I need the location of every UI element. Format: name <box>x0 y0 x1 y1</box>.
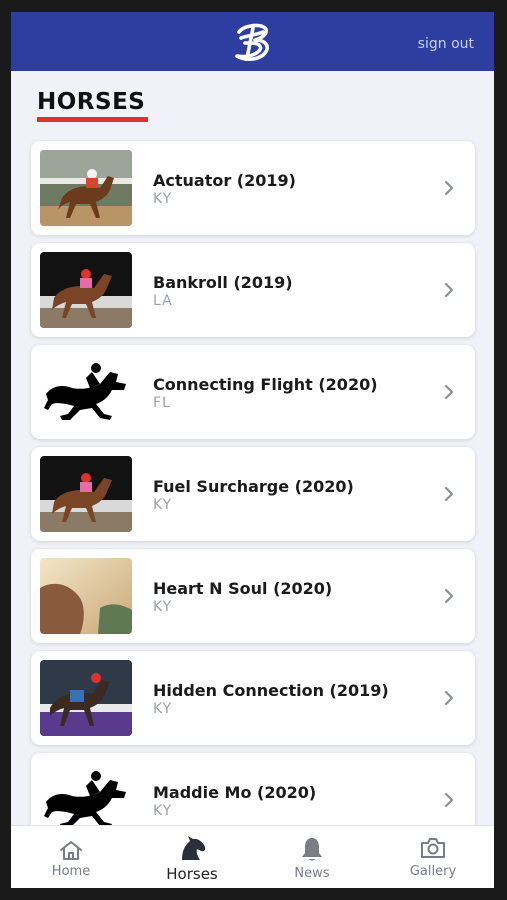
chevron-right-icon <box>444 282 454 298</box>
horse-state: LA <box>153 293 173 309</box>
horse-state: KY <box>153 701 173 717</box>
nav-news[interactable]: News <box>252 826 372 888</box>
nav-news-label: News <box>294 866 330 881</box>
chevron-right-icon <box>444 486 454 502</box>
horse-head-icon <box>182 836 206 860</box>
horse-card[interactable]: Fuel Surcharge (2020) KY <box>31 447 475 541</box>
camera-icon <box>421 838 445 858</box>
horse-name: Fuel Surcharge (2020) <box>153 477 354 496</box>
horse-silhouette-icon <box>40 354 132 430</box>
chevron-right-icon <box>444 690 454 706</box>
app-header: sign out <box>11 12 494 71</box>
horse-state: KY <box>153 803 173 819</box>
page-title: HORSES <box>37 89 146 115</box>
horse-card[interactable]: Heart N Soul (2020) KY <box>31 549 475 643</box>
horse-card[interactable]: Hidden Connection (2019) KY <box>31 651 475 745</box>
b-logo-icon[interactable] <box>229 18 279 66</box>
horse-state: KY <box>153 599 173 615</box>
horse-name: Bankroll (2019) <box>153 273 293 292</box>
sign-out-link[interactable]: sign out <box>418 36 474 52</box>
horse-state: KY <box>153 497 173 513</box>
home-icon <box>60 841 82 860</box>
horse-photo <box>40 252 132 328</box>
horse-card[interactable]: Actuator (2019) KY <box>31 141 475 235</box>
horse-card[interactable]: Connecting Flight (2020) FL <box>31 345 475 439</box>
horse-state: FL <box>153 395 171 411</box>
nav-gallery-label: Gallery <box>409 864 457 879</box>
horse-name: Maddie Mo (2020) <box>153 783 317 802</box>
chevron-right-icon <box>444 384 454 400</box>
horse-photo <box>40 456 132 532</box>
horse-list: Actuator (2019) KY Bankroll (2019) LA Co… <box>31 141 475 855</box>
chevron-right-icon <box>444 180 454 196</box>
nav-horses-label: Horses <box>166 865 218 883</box>
title-underline <box>37 117 148 122</box>
horse-state: KY <box>153 191 173 207</box>
nav-horses[interactable]: Horses <box>132 826 252 888</box>
app-screen: sign out HORSES Actuator (2019) KY Bankr… <box>11 12 494 888</box>
chevron-right-icon <box>444 588 454 604</box>
chevron-right-icon <box>444 792 454 808</box>
horse-name: Connecting Flight (2020) <box>153 375 378 394</box>
bell-icon <box>302 838 322 861</box>
horse-photo <box>40 150 132 226</box>
horse-card[interactable]: Bankroll (2019) LA <box>31 243 475 337</box>
horse-name: Heart N Soul (2020) <box>153 579 333 598</box>
horse-name: Actuator (2019) <box>153 171 296 190</box>
bottom-nav: Home Horses News Gallery <box>11 825 494 888</box>
nav-home-label: Home <box>51 864 91 879</box>
nav-gallery[interactable]: Gallery <box>373 826 493 888</box>
nav-home[interactable]: Home <box>11 826 131 888</box>
horse-name: Hidden Connection (2019) <box>153 681 389 700</box>
horse-photo <box>40 660 132 736</box>
horse-photo <box>40 558 132 634</box>
